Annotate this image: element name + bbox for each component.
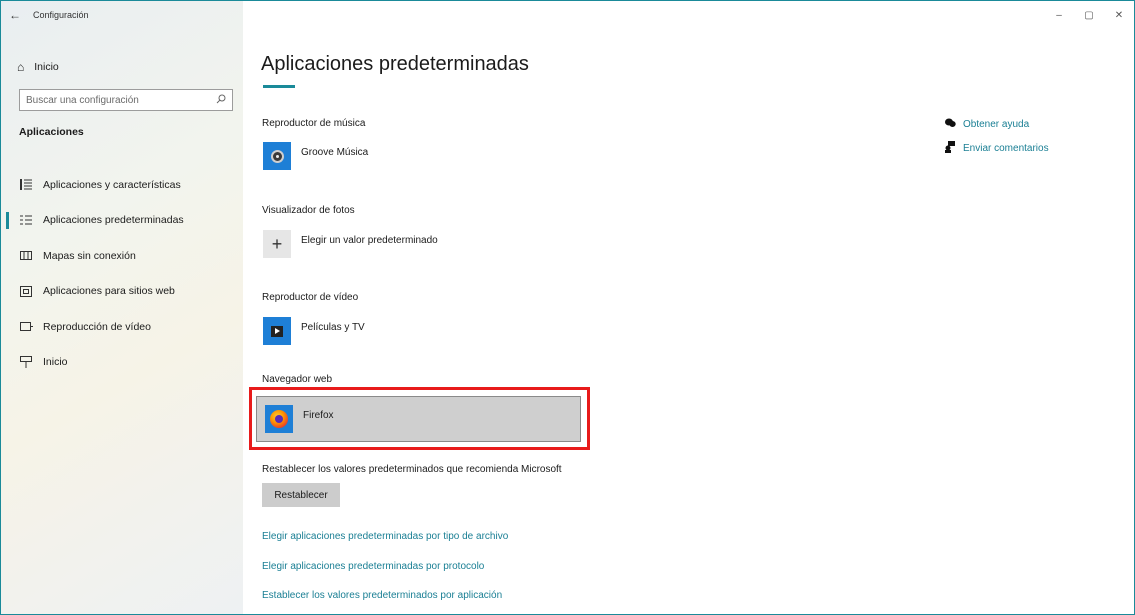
sidebar-item-label: Reproducción de vídeo bbox=[43, 320, 151, 333]
link-by-file-type[interactable]: Elegir aplicaciones predeterminadas por … bbox=[262, 531, 508, 542]
sidebar-item-default-apps[interactable]: Aplicaciones predeterminadas bbox=[1, 203, 243, 239]
sidebar-item-apps-features[interactable]: Aplicaciones y características bbox=[1, 167, 243, 203]
link-by-app[interactable]: Establecer los valores predeterminados p… bbox=[262, 590, 502, 601]
sidebar-item-label: Aplicaciones y características bbox=[43, 178, 181, 191]
help-chat-icon bbox=[945, 118, 963, 131]
video-playback-icon bbox=[19, 320, 33, 334]
feedback-link[interactable]: Enviar comentarios bbox=[945, 136, 1049, 160]
feedback-label: Enviar comentarios bbox=[963, 142, 1049, 154]
default-apps-icon bbox=[19, 213, 33, 227]
photo-app-name: Elegir un valor predeterminado bbox=[301, 234, 438, 246]
photo-viewer-label: Visualizador de fotos bbox=[262, 205, 355, 216]
search-placeholder: Buscar una configuración bbox=[26, 94, 139, 106]
sidebar-item-video-playback[interactable]: Reproducción de vídeo bbox=[1, 309, 243, 345]
page-title: Aplicaciones predeterminadas bbox=[261, 53, 529, 75]
minimize-button[interactable]: – bbox=[1044, 1, 1074, 29]
apps-list-icon bbox=[19, 178, 33, 192]
close-button[interactable]: ✕ bbox=[1104, 1, 1134, 29]
get-help-label: Obtener ayuda bbox=[963, 118, 1030, 130]
back-arrow-icon[interactable]: ← bbox=[1, 1, 29, 29]
sidebar-item-label: Mapas sin conexión bbox=[43, 249, 136, 262]
main-content: – ▢ ✕ Aplicaciones predeterminadas Repro… bbox=[243, 1, 1134, 614]
startup-icon bbox=[19, 355, 33, 369]
sidebar: ← Configuración ⌂ Inicio Buscar una conf… bbox=[1, 1, 243, 614]
music-player-label: Reproductor de música bbox=[262, 118, 366, 129]
maximize-button[interactable]: ▢ bbox=[1074, 1, 1104, 29]
help-links: Obtener ayuda Enviar comentarios bbox=[945, 112, 1049, 160]
plus-icon: + bbox=[263, 230, 291, 258]
sidebar-section-title: Aplicaciones bbox=[19, 126, 84, 138]
title-bar: ← Configuración bbox=[1, 1, 243, 29]
reset-button[interactable]: Restablecer bbox=[262, 483, 340, 507]
music-app-name: Groove Música bbox=[301, 146, 369, 158]
title-underline bbox=[263, 85, 295, 88]
get-help-link[interactable]: Obtener ayuda bbox=[945, 112, 1049, 136]
apps-websites-icon bbox=[19, 284, 33, 298]
groove-music-icon bbox=[263, 142, 291, 170]
sidebar-item-offline-maps[interactable]: Mapas sin conexión bbox=[1, 238, 243, 274]
reset-description: Restablecer los valores predeterminados … bbox=[262, 464, 562, 475]
sidebar-item-label: Inicio bbox=[43, 356, 68, 369]
home-icon: ⌂ bbox=[17, 60, 25, 74]
sidebar-nav: Aplicaciones y características Aplicacio… bbox=[1, 167, 243, 380]
sidebar-item-startup[interactable]: Inicio bbox=[1, 345, 243, 381]
window-controls: – ▢ ✕ bbox=[1044, 1, 1134, 29]
sidebar-item-label: Aplicaciones predeterminadas bbox=[43, 214, 184, 227]
video-player-label: Reproductor de vídeo bbox=[262, 292, 359, 303]
movies-tv-icon bbox=[263, 317, 291, 345]
offline-maps-icon bbox=[19, 249, 33, 263]
search-icon bbox=[216, 91, 226, 109]
music-player-selector[interactable]: Groove Música bbox=[263, 142, 368, 170]
highlight-box bbox=[249, 387, 590, 450]
app-title: Configuración bbox=[33, 10, 89, 20]
photo-viewer-selector[interactable]: + Elegir un valor predeterminado bbox=[263, 230, 438, 258]
video-player-selector[interactable]: Películas y TV bbox=[263, 317, 365, 345]
sidebar-item-apps-websites[interactable]: Aplicaciones para sitios web bbox=[1, 274, 243, 310]
video-app-name: Películas y TV bbox=[301, 321, 365, 333]
sidebar-home-label: Inicio bbox=[34, 61, 59, 73]
web-browser-label: Navegador web bbox=[262, 374, 333, 385]
sidebar-item-home[interactable]: ⌂ Inicio bbox=[17, 57, 59, 77]
sidebar-item-label: Aplicaciones para sitios web bbox=[43, 285, 175, 298]
settings-window: ← Configuración ⌂ Inicio Buscar una conf… bbox=[0, 0, 1135, 615]
search-input[interactable]: Buscar una configuración bbox=[19, 89, 233, 111]
feedback-icon bbox=[945, 140, 963, 156]
link-by-protocol[interactable]: Elegir aplicaciones predeterminadas por … bbox=[262, 561, 484, 572]
